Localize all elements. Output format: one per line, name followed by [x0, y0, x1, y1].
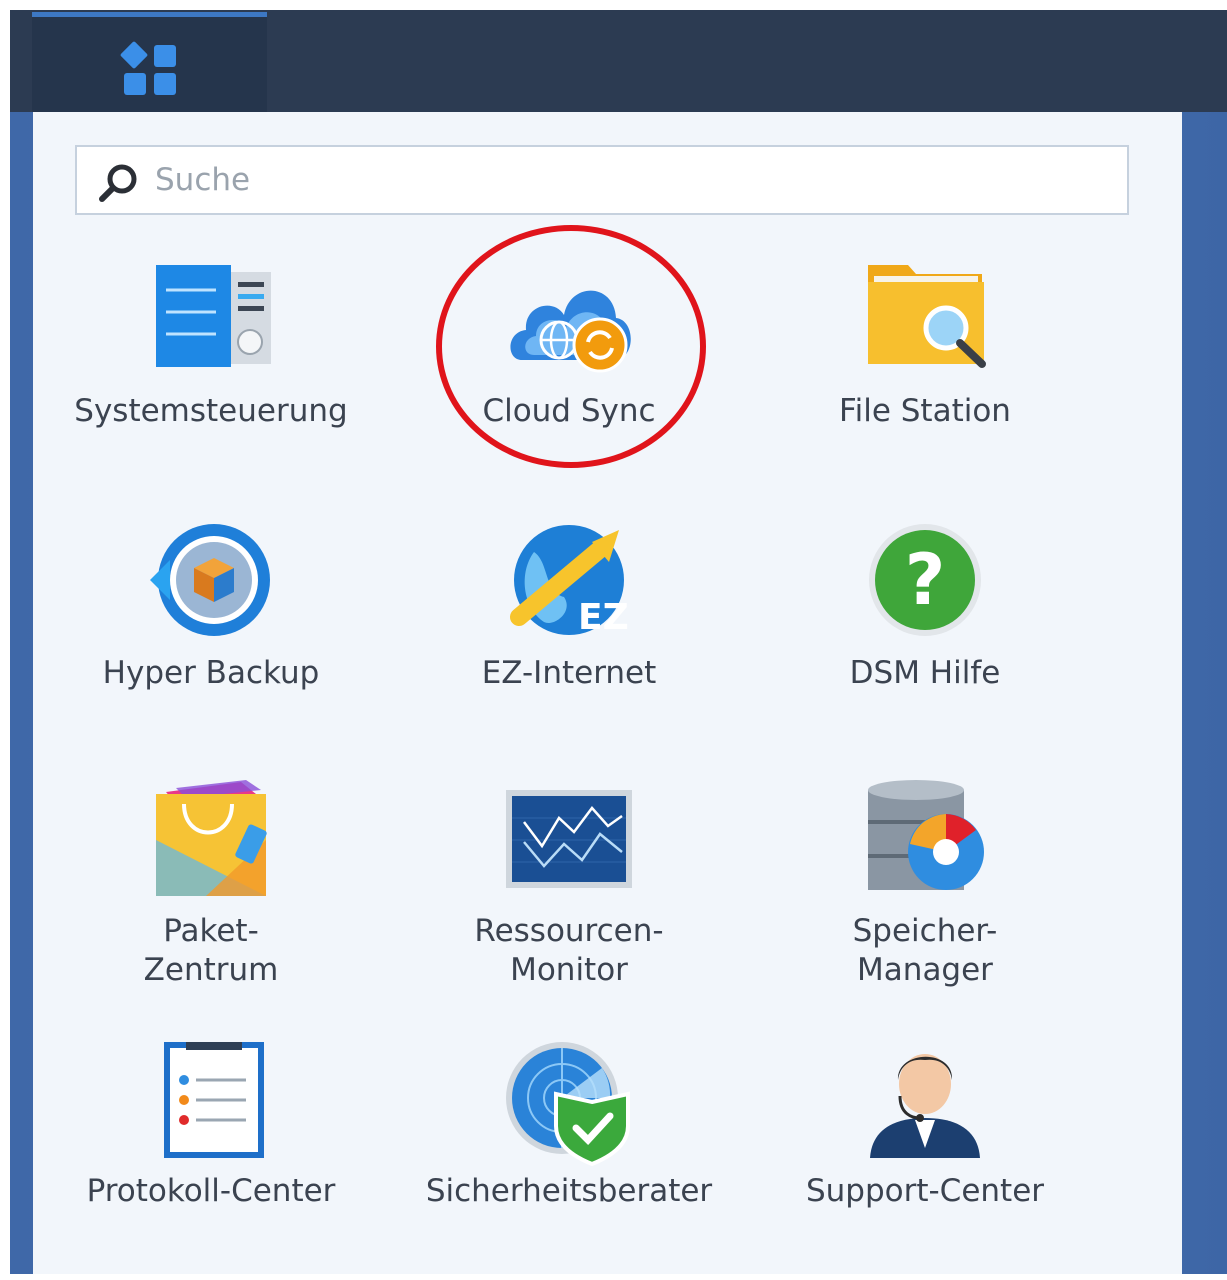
main-menu-button[interactable]: [32, 12, 267, 112]
app-label: Systemsteuerung: [74, 393, 348, 429]
resource-monitor-icon: [506, 790, 632, 888]
help-question-mark: ?: [905, 539, 946, 621]
app-storage-manager[interactable]: Speicher- Manager: [755, 780, 1095, 1020]
app-cloud-sync[interactable]: Cloud Sync: [399, 260, 739, 500]
taskbar: [10, 10, 1227, 112]
app-label: File Station: [839, 393, 1011, 429]
app-label: Sicherheitsberater: [425, 1173, 713, 1209]
app-support-center[interactable]: Support-Center: [755, 1040, 1095, 1280]
storage-manager-icon: [868, 780, 984, 890]
app-label: EZ-Internet: [481, 655, 657, 691]
app-label: Speicher- Manager: [852, 913, 998, 988]
app-package-center[interactable]: Paket- Zentrum: [41, 780, 381, 1020]
ez-internet-icon: EZ: [510, 525, 629, 638]
cloud-sync-icon: [510, 290, 631, 373]
app-ez-internet[interactable]: EZ EZ-Internet: [399, 522, 739, 762]
app-label: Ressourcen- Monitor: [474, 913, 664, 988]
app-label: Cloud Sync: [482, 393, 656, 429]
app-dsm-help[interactable]: ? DSM Hilfe: [755, 522, 1095, 762]
main-menu-panel: Systemsteuerung Cloud Sync File Station: [33, 112, 1182, 1274]
app-hyper-backup[interactable]: Hyper Backup: [41, 522, 381, 762]
app-log-center[interactable]: Protokoll-Center: [41, 1040, 381, 1280]
app-label: Paket- Zentrum: [143, 913, 279, 988]
log-center-icon: [164, 1042, 264, 1158]
package-center-icon: [156, 780, 267, 896]
search-input[interactable]: [155, 155, 1095, 205]
app-label: Support-Center: [805, 1173, 1045, 1209]
app-resource-monitor[interactable]: Ressourcen- Monitor: [399, 780, 739, 1020]
security-advisor-icon: [506, 1042, 630, 1167]
ez-text: EZ: [578, 597, 629, 638]
search-box[interactable]: [75, 145, 1129, 215]
app-control-panel[interactable]: Systemsteuerung: [41, 260, 381, 500]
app-label: DSM Hilfe: [849, 655, 1001, 691]
help-icon: ?: [869, 524, 981, 636]
search-icon: [99, 164, 137, 202]
control-panel-icon: [156, 265, 271, 367]
app-label: Hyper Backup: [102, 655, 320, 691]
main-menu-icon: [120, 41, 176, 95]
app-security-advisor[interactable]: Sicherheitsberater: [399, 1040, 739, 1280]
hyper-backup-icon: [150, 524, 270, 636]
app-file-station[interactable]: File Station: [755, 260, 1095, 500]
app-label: Protokoll-Center: [86, 1173, 336, 1209]
file-station-icon: [868, 265, 986, 368]
support-center-icon: [870, 1054, 980, 1158]
